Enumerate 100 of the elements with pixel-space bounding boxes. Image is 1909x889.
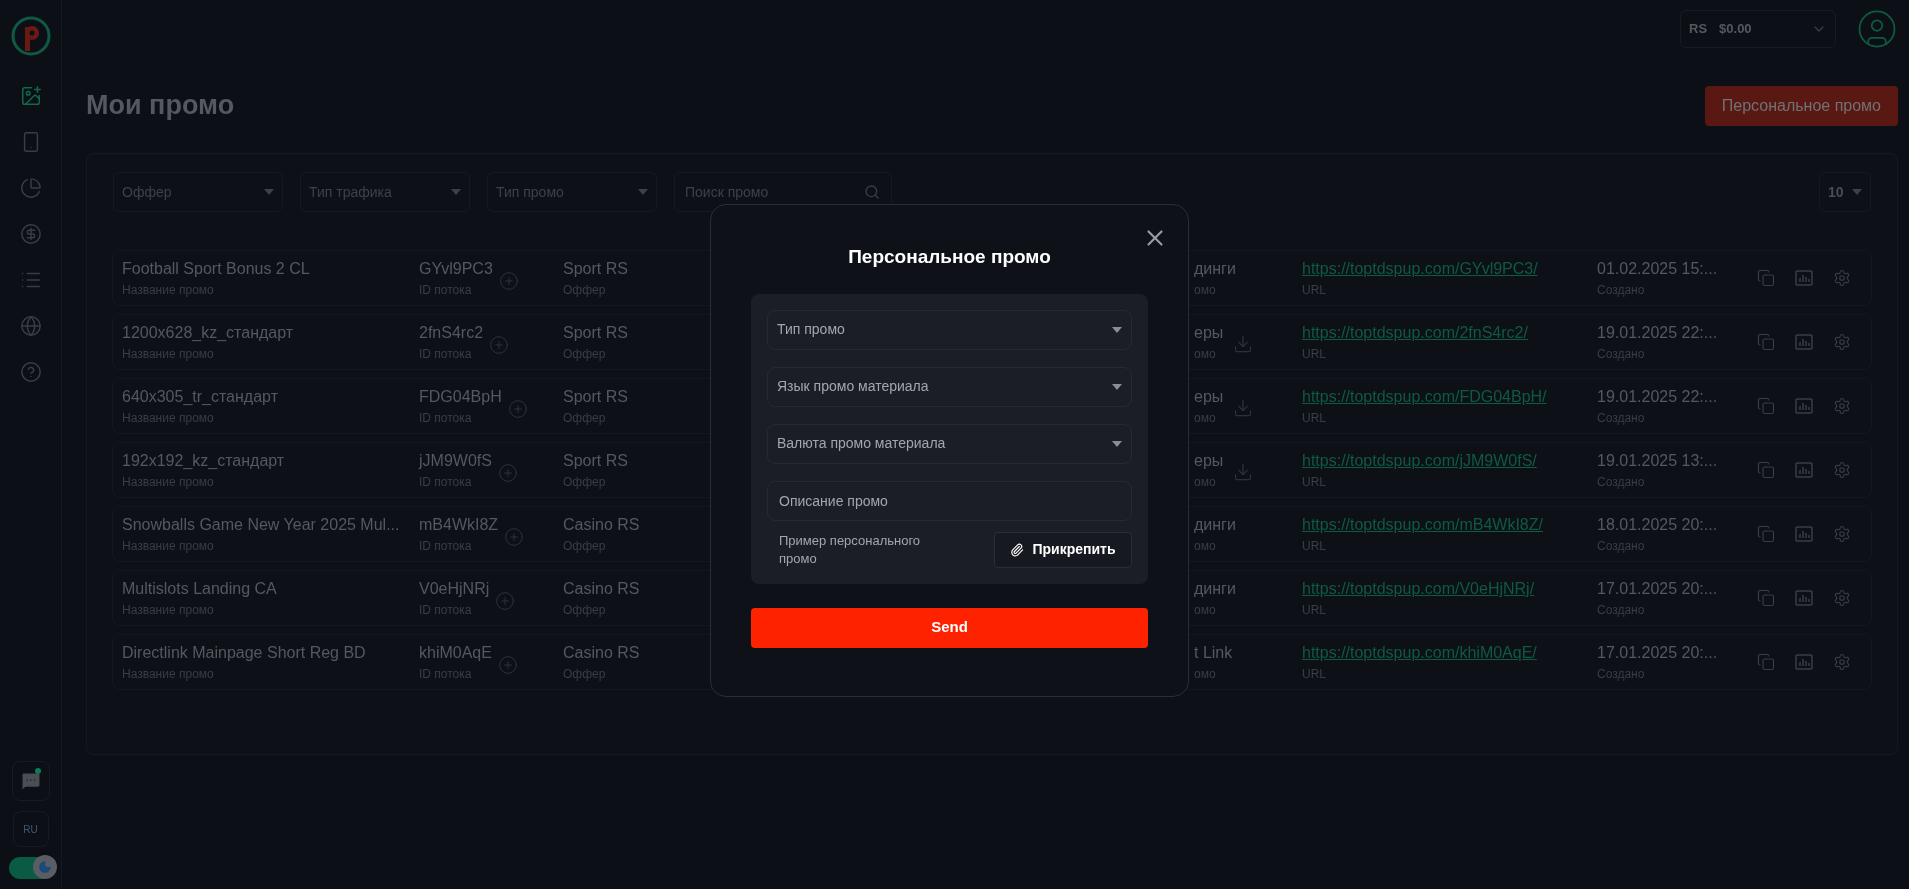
promo-name: 1200x628_kz_стандарт — [122, 323, 295, 343]
stream-id: GYvl9PC3 — [419, 259, 493, 279]
stream-id: mB4WkI8Z — [419, 515, 499, 535]
created-date: 17.01.2025 20:... — [1597, 643, 1719, 663]
dropdown-caret-icon — [638, 189, 648, 195]
promo-type: динги — [1194, 579, 1236, 599]
copy-icon[interactable] — [1757, 461, 1775, 479]
offer-name: Sport RS — [563, 323, 628, 343]
promo-type: динги — [1194, 515, 1236, 535]
dropdown-caret-icon — [1852, 189, 1862, 195]
bar-chart-icon[interactable] — [1795, 526, 1813, 542]
settings-icon[interactable] — [1833, 525, 1851, 543]
settings-icon[interactable] — [1833, 333, 1851, 351]
promo-link[interactable]: https://toptdspup.com/jJM9W0fS/ — [1302, 449, 1537, 473]
copy-icon[interactable] — [1757, 269, 1775, 287]
dropdown-caret-icon — [264, 189, 274, 195]
promo-type: t Link — [1194, 643, 1233, 663]
promo-type: еры — [1194, 451, 1224, 471]
select-field[interactable]: Язык промо материала — [767, 366, 1132, 407]
settings-icon[interactable] — [1833, 461, 1851, 479]
created-date: 17.01.2025 20:... — [1597, 579, 1719, 599]
avatar-icon[interactable] — [1856, 8, 1898, 50]
bar-chart-icon[interactable] — [1795, 398, 1813, 414]
offer-name: Casino RS — [563, 579, 640, 599]
created-date: 18.01.2025 20:... — [1597, 515, 1719, 535]
copy-icon[interactable] — [1757, 525, 1775, 543]
copy-icon[interactable] — [1757, 397, 1775, 415]
dropdown-caret-icon — [1112, 440, 1122, 447]
page-title: Мои промо — [86, 89, 235, 123]
select-field[interactable]: Тип промо — [767, 309, 1132, 350]
personal-promo-button[interactable]: Персональное промо — [1704, 85, 1898, 126]
page-size-dropdown[interactable]: 10 — [1819, 172, 1871, 212]
add-circle-icon[interactable] — [497, 463, 518, 483]
download-icon[interactable] — [1233, 398, 1254, 418]
moon-icon — [37, 860, 52, 874]
add-circle-icon[interactable] — [498, 271, 519, 291]
promo-link[interactable]: https://toptdspup.com/GYvl9PC3/ — [1302, 257, 1538, 281]
promo-type: еры — [1194, 323, 1224, 343]
promo-name: 640x305_tr_стандарт — [122, 387, 279, 407]
dropdown-caret-icon — [1112, 383, 1122, 390]
promo-name: Snowballs Game New Year 2025 Mul... — [122, 515, 401, 535]
search-icon[interactable] — [864, 184, 880, 200]
created-date: 19.01.2025 22:... — [1597, 323, 1719, 343]
bar-chart-icon[interactable] — [1795, 590, 1813, 606]
chat-button[interactable] — [11, 761, 50, 801]
globe-icon[interactable] — [18, 314, 43, 338]
created-date: 01.02.2025 15:... — [1597, 259, 1719, 279]
stream-id: FDG04BpH — [419, 387, 502, 407]
created-date: 19.01.2025 13:... — [1597, 451, 1719, 471]
promo-link[interactable]: https://toptdspup.com/2fnS4rc2/ — [1302, 321, 1528, 345]
balance-dropdown[interactable]: RS $0.00 — [1680, 10, 1836, 48]
promo-name: Multislots Landing CA — [122, 579, 278, 599]
settings-icon[interactable] — [1833, 269, 1851, 287]
promo-name: Football Sport Bonus 2 CL — [122, 259, 311, 279]
language-button[interactable]: RU — [12, 811, 49, 847]
bar-chart-icon[interactable] — [1795, 334, 1813, 350]
offer-name: Casino RS — [563, 515, 640, 535]
offer-name: Casino RS — [563, 643, 640, 663]
add-circle-icon[interactable] — [489, 335, 510, 355]
promo-type: еры — [1194, 387, 1224, 407]
bar-chart-icon[interactable] — [1795, 654, 1813, 670]
settings-icon[interactable] — [1833, 589, 1851, 607]
bar-chart-icon[interactable] — [1795, 462, 1813, 478]
promo-name: Directlink Mainpage Short Reg BD — [122, 643, 367, 663]
copy-icon[interactable] — [1757, 589, 1775, 607]
copy-icon[interactable] — [1757, 653, 1775, 671]
paperclip-icon — [1010, 542, 1025, 557]
copy-icon[interactable] — [1757, 333, 1775, 351]
send-button[interactable]: Send — [751, 607, 1148, 648]
add-circle-icon[interactable] — [507, 399, 528, 419]
promo-link[interactable]: https://toptdspup.com/khiM0AqE/ — [1302, 641, 1537, 665]
add-circle-icon[interactable] — [504, 527, 525, 547]
add-circle-icon[interactable] — [495, 591, 516, 611]
dropdown-caret-icon — [1112, 326, 1122, 333]
dropdown-caret-icon — [451, 189, 461, 195]
stream-id: jJM9W0fS — [419, 451, 492, 471]
promo-link[interactable]: https://toptdspup.com/V0eHjNRj/ — [1302, 577, 1535, 601]
chat-icon — [19, 770, 42, 792]
logo-icon — [10, 16, 51, 56]
promo-link[interactable]: https://toptdspup.com/mB4WkI8Z/ — [1302, 513, 1543, 537]
description-field[interactable]: Описание промо — [767, 480, 1132, 521]
settings-icon[interactable] — [1833, 397, 1851, 415]
offer-name: Sport RS — [563, 451, 628, 471]
pie-chart-icon[interactable] — [18, 176, 43, 200]
offer-name: Sport RS — [563, 387, 628, 407]
dialog-title: Персональное промо — [848, 245, 1051, 269]
promo-link[interactable]: https://toptdspup.com/FDG04BpH/ — [1302, 385, 1547, 409]
attach-label: Пример персонального промо — [779, 531, 922, 568]
stream-id: 2fnS4rc2 — [419, 323, 484, 343]
download-icon[interactable] — [1233, 334, 1254, 354]
bar-chart-icon[interactable] — [1795, 270, 1813, 286]
created-date: 19.01.2025 22:... — [1597, 387, 1719, 407]
stream-id: V0eHjNRj — [419, 579, 490, 599]
help-icon[interactable] — [18, 360, 43, 384]
settings-icon[interactable] — [1833, 653, 1851, 671]
dollar-icon[interactable] — [18, 222, 43, 246]
download-icon[interactable] — [1233, 462, 1254, 482]
attach-button[interactable]: Прикрепить — [994, 531, 1132, 568]
select-field[interactable]: Валюта промо материала — [767, 423, 1132, 464]
add-circle-icon[interactable] — [497, 655, 518, 675]
